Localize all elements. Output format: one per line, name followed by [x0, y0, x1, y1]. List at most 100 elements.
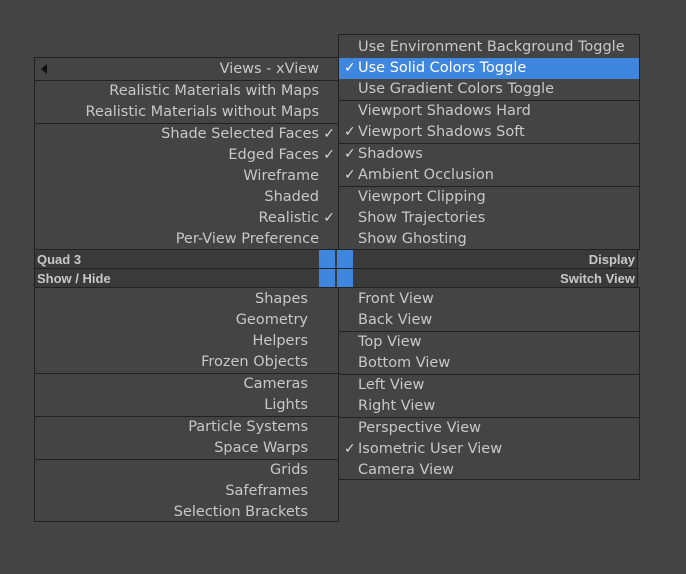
menu-item-right-view[interactable]: Right View [339, 396, 639, 417]
menu-item-label: Use Environment Background Toggle [358, 39, 625, 55]
menu-item-label: Shadows [358, 146, 423, 162]
menu-item-selection-brackets[interactable]: Selection Brackets [35, 502, 338, 523]
menu-item-realistic-materials-without-maps[interactable]: Realistic Materials without Maps [35, 102, 338, 123]
menu-item-cameras[interactable]: Cameras [35, 374, 338, 395]
menu-item-label: Per-View Preference [175, 231, 319, 247]
quad-title-left: Quad 3 [37, 252, 82, 267]
menu-item-front-view[interactable]: Front View [339, 289, 639, 310]
menu-item-label: Cameras [243, 376, 308, 392]
menu-item-label: Grids [270, 462, 308, 478]
menu-item-label: Safeframes [225, 483, 308, 499]
menu-item-label: Shade Selected Faces [161, 126, 319, 142]
menu-item-label: Viewport Shadows Hard [358, 103, 531, 119]
menu-item-geometry[interactable]: Geometry [35, 310, 338, 331]
menu-item-safeframes[interactable]: Safeframes [35, 481, 338, 502]
menu-item-edged-faces[interactable]: Edged Faces ✓ [35, 145, 338, 166]
menu-item-shadows[interactable]: ✓ Shadows [339, 144, 639, 165]
menu-item-label: Right View [358, 398, 436, 414]
menu-item-label: Ambient Occlusion [358, 167, 494, 183]
menu-item-per-view-preference[interactable]: Per-View Preference [35, 229, 338, 250]
quad-indicator[interactable] [337, 250, 353, 268]
menu-item-label: Selection Brackets [173, 504, 308, 520]
menu-item-back-view[interactable]: Back View [339, 310, 639, 331]
menu-item-show-trajectories[interactable]: Show Trajectories [339, 208, 639, 229]
menu-item-shapes[interactable]: Shapes [35, 289, 338, 310]
menu-item-space-warps[interactable]: Space Warps [35, 438, 338, 459]
menu-item-shade-selected-faces[interactable]: Shade Selected Faces ✓ [35, 124, 338, 145]
quad-indicator[interactable] [337, 269, 353, 287]
menu-item-label: Space Warps [214, 440, 308, 456]
menu-item-viewport-shadows-hard[interactable]: Viewport Shadows Hard [339, 101, 639, 122]
menu-item-label: Realistic Materials without Maps [85, 104, 319, 120]
menu-item-label: Back View [358, 312, 433, 328]
menu-item-label: Show Trajectories [358, 210, 486, 226]
menu-item-label: Show Ghosting [358, 231, 467, 247]
menu-item-label: Viewport Shadows Soft [358, 124, 525, 140]
menu-item-label: Front View [358, 291, 434, 307]
checkmark-icon: ✓ [344, 146, 356, 162]
menu-item-particle-systems[interactable]: Particle Systems [35, 417, 338, 438]
checkmark-icon: ✓ [344, 124, 356, 140]
menu-item-label: Left View [358, 377, 425, 393]
show-hide-menu: Shapes Geometry Helpers Frozen Objects C… [34, 287, 339, 522]
menu-item-label: Bottom View [358, 355, 451, 371]
menu-item-viewport-shadows-soft[interactable]: ✓ Viewport Shadows Soft [339, 122, 639, 143]
menu-item-grids[interactable]: Grids [35, 460, 338, 481]
menu-item-label: Helpers [252, 333, 309, 349]
checkmark-icon: ✓ [344, 60, 356, 76]
checkmark-icon: ✓ [323, 210, 335, 226]
menu-item-label: Views - xView [219, 61, 319, 77]
checkmark-icon: ✓ [323, 147, 335, 163]
menu-item-use-environment-background[interactable]: Use Environment Background Toggle [339, 37, 639, 58]
menu-item-left-view[interactable]: Left View [339, 375, 639, 396]
menu-item-perspective-view[interactable]: Perspective View [339, 418, 639, 439]
menu-item-ambient-occlusion[interactable]: ✓ Ambient Occlusion [339, 165, 639, 186]
menu-item-wireframe[interactable]: Wireframe [35, 166, 338, 187]
menu-item-isometric-user-view[interactable]: ✓ Isometric User View [339, 439, 639, 460]
menu-item-label: Lights [264, 397, 308, 413]
quad-title-bar-top: Quad 3 Display [34, 249, 638, 269]
menu-item-camera-view[interactable]: Camera View [339, 460, 639, 481]
menu-item-label: Wireframe [243, 168, 319, 184]
menu-item-show-ghosting[interactable]: Show Ghosting [339, 229, 639, 250]
submenu-arrow-icon [41, 64, 47, 74]
menu-item-label: Realistic [258, 210, 319, 226]
menu-item-label: Realistic Materials with Maps [109, 83, 319, 99]
menu-item-label: Use Gradient Colors Toggle [358, 81, 555, 97]
menu-item-realistic[interactable]: Realistic ✓ [35, 208, 338, 229]
quad-indicator[interactable] [319, 250, 335, 268]
quad-title-left: Show / Hide [37, 271, 111, 286]
menu-item-frozen-objects[interactable]: Frozen Objects [35, 352, 338, 373]
menu-item-lights[interactable]: Lights [35, 395, 338, 416]
checkmark-icon: ✓ [323, 126, 335, 142]
menu-item-label: Viewport Clipping [358, 189, 486, 205]
menu-item-shaded[interactable]: Shaded [35, 187, 338, 208]
menu-item-helpers[interactable]: Helpers [35, 331, 338, 352]
menu-item-label: Shapes [255, 291, 308, 307]
quad-title-right: Display [588, 252, 635, 267]
display-menu: Use Environment Background Toggle ✓ Use … [338, 34, 640, 250]
checkmark-icon: ✓ [344, 167, 356, 183]
menu-item-use-gradient-colors[interactable]: Use Gradient Colors Toggle [339, 79, 639, 100]
menu-item-label: Top View [358, 334, 422, 350]
menu-item-label: Isometric User View [358, 441, 503, 457]
menu-item-viewport-clipping[interactable]: Viewport Clipping [339, 187, 639, 208]
checkmark-icon: ✓ [344, 441, 356, 457]
menu-item-label: Perspective View [358, 420, 481, 436]
menu-item-bottom-view[interactable]: Bottom View [339, 353, 639, 374]
quad-title-bar-bottom: Show / Hide Switch View [34, 268, 638, 288]
menu-item-label: Edged Faces [228, 147, 319, 163]
menu-item-label: Frozen Objects [201, 354, 308, 370]
menu-item-use-solid-colors[interactable]: ✓ Use Solid Colors Toggle [339, 58, 639, 79]
switch-view-menu: Front View Back View Top View Bottom Vie… [338, 287, 640, 480]
menu-item-label: Geometry [235, 312, 308, 328]
menu-item-label: Use Solid Colors Toggle [358, 60, 527, 76]
menu-item-label: Camera View [358, 462, 454, 478]
quad-indicator[interactable] [319, 269, 335, 287]
menu-item-views-xview[interactable]: Views - xView [35, 59, 338, 80]
menu-item-label: Shaded [264, 189, 319, 205]
menu-item-realistic-materials-with-maps[interactable]: Realistic Materials with Maps [35, 81, 338, 102]
views-menu: Views - xView Realistic Materials with M… [34, 57, 339, 250]
quad-title-right: Switch View [560, 271, 635, 286]
menu-item-top-view[interactable]: Top View [339, 332, 639, 353]
